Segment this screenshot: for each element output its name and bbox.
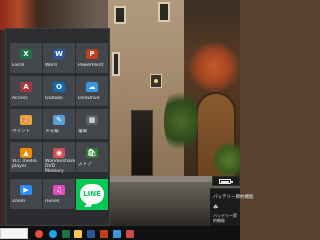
- start-tile-itunes[interactable]: ♫ iTunes: [43, 179, 75, 209]
- notepad-icon: ✎: [53, 115, 65, 125]
- battery-level-fill: [221, 181, 229, 183]
- taskbar: [0, 226, 240, 240]
- leaf-icon[interactable]: ☘: [213, 205, 218, 211]
- wallpaper-foliage: [188, 42, 240, 92]
- onedrive-icon: ☁: [86, 82, 98, 92]
- taskbar-search-box[interactable]: [0, 228, 28, 239]
- start-tile-label: iTunes: [45, 199, 60, 204]
- start-tile-label: OneDrive: [78, 96, 100, 101]
- start-tile-label: Wondershare DVD Memory: [45, 159, 75, 174]
- start-tile-outlook[interactable]: O Outlook: [43, 76, 75, 106]
- start-tile-store[interactable]: 🛍 ストア: [76, 142, 108, 172]
- start-tile-label: Access: [12, 96, 28, 101]
- itunes-icon: ♫: [53, 185, 65, 195]
- start-tile-label: Word: [45, 63, 57, 68]
- start-tile-zoom[interactable]: ▶ Zoom: [10, 179, 42, 209]
- powerpoint-taskbar-icon[interactable]: [99, 229, 108, 238]
- excel-taskbar-icon[interactable]: [61, 229, 70, 238]
- word-icon: W: [53, 49, 65, 59]
- power-settings-panel: バッテリー節約機能 ☘ バッテリー節約機能: [210, 188, 254, 226]
- start-tile-paint[interactable]: 🎨 ペイント: [10, 109, 42, 139]
- powerpoint-icon: P: [86, 49, 98, 59]
- chrome-taskbar-icon[interactable]: [34, 229, 43, 238]
- start-tile-label: VLC media player: [12, 159, 37, 169]
- calculator-icon: ▦: [86, 115, 98, 125]
- battery-flyout[interactable]: [212, 176, 240, 186]
- start-tile-label: Excel: [12, 63, 25, 68]
- wallpaper-window: [114, 6, 126, 24]
- paint-icon: 🎨: [20, 115, 32, 125]
- start-tile-powerpoint[interactable]: P PowerPoint: [76, 43, 108, 73]
- line-icon: LINE: [80, 184, 104, 204]
- start-tile-label: PowerPoint: [78, 63, 104, 68]
- wallpaper-plant: [214, 140, 240, 180]
- start-tile-label: Zoom: [12, 199, 26, 204]
- start-tile-label: ペイント: [12, 129, 31, 134]
- start-tile-calculator[interactable]: ▦ 電卓: [76, 109, 108, 139]
- dvd-memory-icon: ◉: [53, 148, 65, 158]
- start-tile-label: Outlook: [45, 96, 63, 101]
- app-taskbar-icon[interactable]: [125, 229, 134, 238]
- start-tile-word[interactable]: W Word: [43, 43, 75, 73]
- access-icon: A: [20, 82, 32, 92]
- outlook-icon: O: [53, 82, 65, 92]
- onedrive-taskbar-icon[interactable]: [112, 229, 121, 238]
- wallpaper-window: [158, 2, 170, 22]
- edge-taskbar-icon[interactable]: [48, 229, 57, 238]
- start-tile-access[interactable]: A Access: [10, 76, 42, 106]
- wallpaper-door: [131, 110, 153, 176]
- wallpaper-ivy: [164, 86, 198, 156]
- start-tile-excel[interactable]: X Excel: [10, 43, 42, 73]
- start-tile-onedrive[interactable]: ☁ OneDrive: [76, 76, 108, 106]
- start-tile-dvd-memory[interactable]: ◉ Wondershare DVD Memory: [43, 142, 75, 174]
- store-icon: 🛍: [86, 148, 98, 158]
- power-panel-title: バッテリー節約機能: [213, 195, 254, 200]
- vlc-icon: ▲: [20, 148, 32, 158]
- battery-icon: [219, 179, 233, 184]
- start-tile-vlc[interactable]: ▲ VLC media player: [10, 142, 42, 172]
- zoom-icon: ▶: [20, 185, 32, 195]
- start-tile-label: メモ帳: [45, 129, 59, 134]
- start-tile-label: ストア: [78, 162, 92, 167]
- start-menu: X Excel W Word P PowerPoint A Access O Outlook ☁ On…: [5, 28, 110, 226]
- wallpaper-window: [112, 52, 120, 76]
- start-tile-notepad[interactable]: ✎ メモ帳: [43, 109, 75, 139]
- start-tile-line[interactable]: LINE: [76, 179, 108, 210]
- explorer-taskbar-icon[interactable]: [73, 229, 82, 238]
- word-taskbar-icon[interactable]: [86, 229, 95, 238]
- battery-saver-label: バッテリー節約機能: [213, 213, 237, 223]
- wallpaper-lamp: [150, 74, 162, 88]
- start-tile-label: 電卓: [78, 129, 88, 134]
- excel-icon: X: [20, 49, 32, 59]
